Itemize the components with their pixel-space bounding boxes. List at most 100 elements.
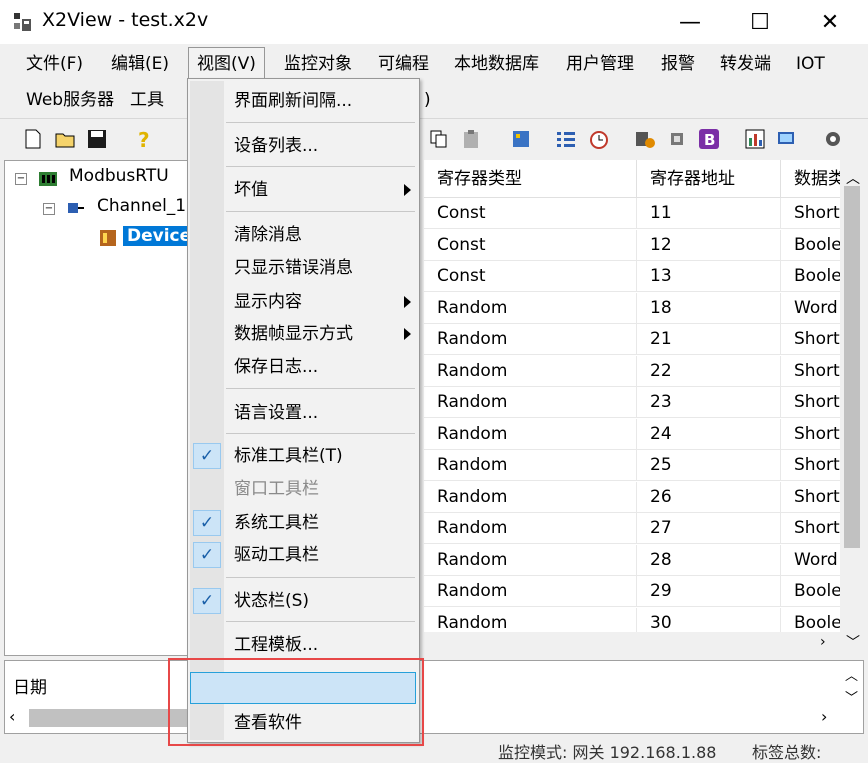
grid-cell[interactable]: Random [424, 387, 637, 418]
menu-monitor-objects[interactable]: 监控对象 [276, 48, 360, 80]
menu-view[interactable]: 视图(V) [188, 47, 265, 80]
maximize-button[interactable]: ☐ [726, 0, 794, 44]
menu-item[interactable]: 显示内容 [190, 286, 417, 318]
menu-programmable[interactable]: 可编程 [370, 48, 437, 80]
grid-cell[interactable]: Boole [781, 576, 840, 607]
scroll-left-icon[interactable]: ‹ [9, 707, 23, 726]
grid-cell[interactable]: Const [424, 261, 637, 292]
menu-local-database[interactable]: 本地数据库 [446, 48, 547, 80]
grid-cell[interactable]: Short [781, 324, 840, 355]
grid-cell[interactable]: Random [424, 544, 637, 576]
grid-cell[interactable]: 29 [637, 576, 781, 607]
copy-icon[interactable] [428, 128, 450, 150]
column-header[interactable]: 数据类 [781, 160, 840, 198]
bold-icon[interactable]: B [698, 128, 720, 150]
menu-user-management[interactable]: 用户管理 [558, 48, 642, 80]
grid-cell[interactable]: Random [424, 324, 637, 355]
vertical-scrollbar[interactable]: ︿ ﹀ [840, 160, 864, 656]
menu-alarm[interactable]: 报警 [653, 48, 703, 80]
menu-file[interactable]: 文件(F) [18, 48, 91, 80]
scroll-right-icon[interactable]: › [820, 634, 826, 650]
settings-icon[interactable] [822, 128, 844, 150]
grid-cell[interactable]: 25 [637, 450, 781, 481]
grid-cell[interactable]: Short [781, 513, 840, 544]
grid-cell[interactable]: 26 [637, 481, 781, 513]
grid-cell[interactable]: Random [424, 513, 637, 544]
grid-cell[interactable]: Word [781, 545, 840, 576]
menu-tools[interactable]: 工具 [122, 84, 172, 116]
scroll-up-icon[interactable]: ︿ [846, 168, 860, 188]
menu-item[interactable]: 工程模板... [190, 629, 417, 661]
grid-cell[interactable]: 27 [637, 513, 781, 544]
grid-cell[interactable]: Short [781, 419, 840, 450]
grid-cell[interactable]: Const [424, 229, 637, 261]
grid-cell[interactable]: Short [781, 450, 840, 481]
scroll-thumb[interactable] [844, 186, 860, 548]
menu-item[interactable]: 坏值 [190, 174, 417, 206]
grid-cell[interactable]: Word [781, 293, 840, 324]
grid-cell[interactable]: 22 [637, 355, 781, 387]
grid-cell[interactable]: 12 [637, 229, 781, 261]
collapse-icon[interactable]: − [43, 203, 55, 215]
device-icon[interactable] [510, 128, 532, 150]
tree-device-label[interactable]: Device [123, 226, 196, 246]
monitor-icon[interactable] [776, 128, 798, 150]
menu-item[interactable]: 语言设置... [190, 397, 417, 429]
grid-cell[interactable]: Short [781, 356, 840, 387]
menu-item[interactable]: 清除消息 [190, 219, 417, 251]
help-icon[interactable]: ? [132, 128, 154, 150]
tree-channel-label[interactable]: Channel_1 [97, 196, 186, 216]
paste-icon[interactable] [460, 128, 482, 150]
horizontal-scrollbar[interactable]: › [424, 632, 840, 656]
grid-cell[interactable]: 11 [637, 198, 781, 229]
save-icon[interactable] [86, 128, 108, 150]
grid-cell[interactable]: Short [781, 482, 840, 513]
scroll-right-icon[interactable]: › [821, 707, 835, 726]
grid-cell[interactable]: Short [781, 387, 840, 418]
clock-icon[interactable] [588, 128, 610, 150]
menu-item[interactable]: ✓ 状态栏(S) [190, 585, 417, 617]
menu-item[interactable]: ✓ 驱动工具栏 [190, 539, 417, 571]
minimize-button[interactable]: — [656, 0, 724, 44]
menu-iot[interactable]: IOT [788, 48, 833, 80]
grid-cell[interactable]: Const [424, 198, 637, 229]
collapse-icon[interactable]: − [15, 173, 27, 185]
menu-item[interactable]: 窗口工具栏 [190, 473, 417, 505]
menu-forwarding[interactable]: 转发端 [712, 48, 779, 80]
menu-item[interactable]: 界面刷新间隔... [190, 85, 417, 117]
grid-cell[interactable]: Random [424, 418, 637, 450]
grid-cell[interactable]: Boole [781, 230, 840, 261]
grid-cell[interactable]: Random [424, 292, 637, 324]
menu-item[interactable]: 保存日志... [190, 351, 417, 383]
grid-cell[interactable]: 28 [637, 544, 781, 576]
new-file-icon[interactable] [22, 128, 44, 150]
log-column-date[interactable]: 日期 [13, 673, 47, 698]
driver-icon[interactable] [634, 128, 656, 150]
grid-icon[interactable] [555, 128, 577, 150]
chart-icon[interactable] [744, 128, 766, 150]
menu-item[interactable]: 设备列表... [190, 130, 417, 162]
grid-cell[interactable]: Random [424, 355, 637, 387]
menu-item[interactable]: ✓ 系统工具栏 [190, 507, 417, 539]
grid-cell[interactable]: 21 [637, 324, 781, 355]
column-header[interactable]: 寄存器类型 [424, 160, 637, 198]
grid-cell[interactable]: 18 [637, 292, 781, 324]
grid-cell[interactable]: 23 [637, 387, 781, 418]
menu-item[interactable]: ✓ 标准工具栏(T) [190, 440, 417, 472]
grid-cell[interactable]: Boole [781, 261, 840, 292]
tree-root-label[interactable]: ModbusRTU [69, 166, 169, 186]
open-folder-icon[interactable] [54, 128, 76, 150]
menu-edit[interactable]: 编辑(E) [103, 48, 177, 80]
grid-cell[interactable]: Random [424, 481, 637, 513]
column-header[interactable]: 寄存器地址 [637, 160, 781, 198]
grid-cell[interactable]: 13 [637, 261, 781, 292]
grid-cell[interactable]: Short [781, 198, 840, 229]
close-button[interactable]: ✕ [796, 0, 864, 44]
chip-icon[interactable] [666, 128, 688, 150]
menu-item[interactable]: 数据帧显示方式 [190, 318, 417, 350]
grid-cell[interactable]: Random [424, 576, 637, 607]
menu-web-server[interactable]: Web服务器 [18, 84, 122, 116]
grid-cell[interactable]: 24 [637, 418, 781, 450]
scroll-down-icon[interactable]: ﹀ [845, 687, 858, 706]
scroll-down-icon[interactable]: ﹀ [846, 632, 860, 652]
